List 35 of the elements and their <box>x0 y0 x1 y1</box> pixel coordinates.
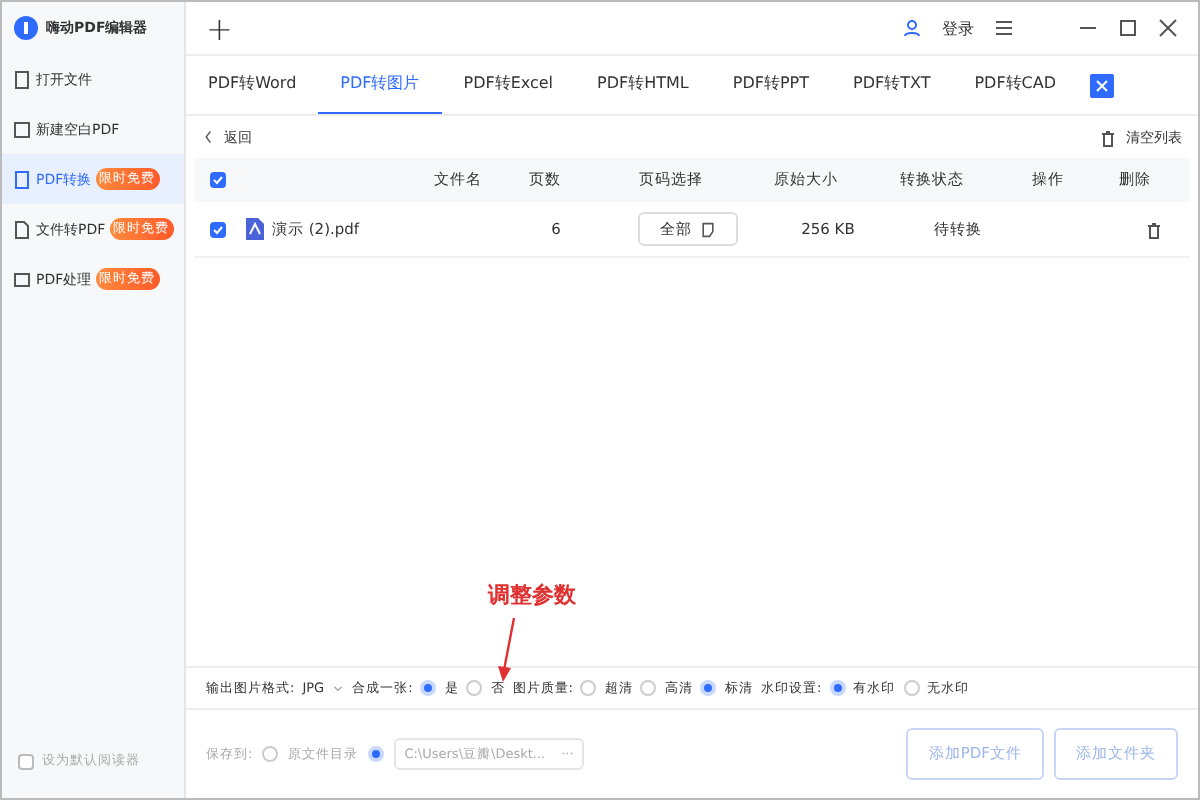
trash-icon <box>1098 127 1118 147</box>
tab[interactable]: PDF转HTML <box>575 55 711 115</box>
radio-button[interactable] <box>700 680 717 696</box>
tab[interactable]: PDF转Word <box>186 55 319 115</box>
close-icon <box>1158 18 1178 38</box>
pdf-file-icon <box>246 218 264 240</box>
maximize-icon <box>1118 18 1138 38</box>
trash-icon <box>1144 219 1164 239</box>
radio-button[interactable] <box>640 680 657 696</box>
tab[interactable]: PDF转TXT <box>831 55 953 115</box>
radio-button[interactable] <box>829 680 846 696</box>
login-link[interactable]: 登录 <box>942 17 974 39</box>
close-panel-icon[interactable] <box>1090 73 1115 97</box>
user-icon <box>902 18 922 38</box>
caret-icon <box>332 682 345 694</box>
chevron-left-icon <box>202 130 216 144</box>
tab[interactable]: PDF转Excel <box>441 55 576 115</box>
edit-icon <box>700 221 716 237</box>
checkbox[interactable] <box>210 221 226 237</box>
tab[interactable]: PDF转CAD <box>952 55 1079 115</box>
radio-button[interactable] <box>368 746 385 762</box>
radio-button[interactable] <box>262 746 279 762</box>
arrow-drawing <box>498 618 518 682</box>
new-tab-button[interactable]: + <box>206 9 233 47</box>
logo-icon <box>14 16 38 40</box>
menu-icon <box>994 18 1014 38</box>
checkbox[interactable] <box>210 172 226 188</box>
tab[interactable]: PDF转PPT <box>710 55 832 115</box>
radio-button[interactable] <box>466 680 483 696</box>
radio-button[interactable] <box>420 680 437 696</box>
radio-button[interactable] <box>580 680 597 696</box>
radio-button[interactable] <box>903 680 920 696</box>
checkbox[interactable] <box>18 753 34 769</box>
tab[interactable]: PDF转图片 <box>318 55 442 115</box>
annotation-text: 调整参数 <box>488 580 576 610</box>
